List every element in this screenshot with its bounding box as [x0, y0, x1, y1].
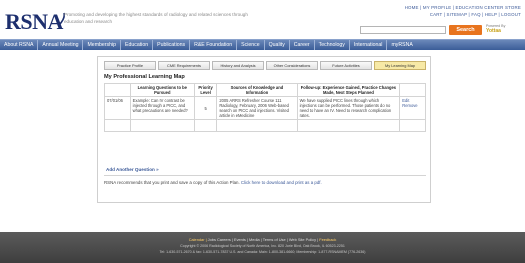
footer-links-middle[interactable]: Jobs Careers | Events | Media | Terms of…: [208, 237, 320, 242]
nav-item-education[interactable]: Education: [121, 40, 154, 50]
nav-item-myrsna[interactable]: myRSNA: [387, 40, 416, 50]
search-input[interactable]: [360, 26, 446, 34]
empty-cell: [216, 119, 298, 132]
powered-by: Powered By Yottaa: [486, 24, 522, 33]
site-tagline: Promoting and developing the highest sta…: [64, 12, 248, 24]
row-date: 07/01/06: [104, 96, 131, 120]
nav-item-annual-meeting[interactable]: Annual Meeting: [38, 40, 84, 50]
empty-cell: [129, 119, 195, 132]
contact-line: Tel: 1-630-571-2670 & fax: 1-630-571-783…: [159, 250, 366, 254]
footer-link-calendar[interactable]: Calendar |: [189, 237, 208, 242]
nav-item-technology[interactable]: Technology: [315, 40, 350, 50]
table-row-empty: [104, 119, 426, 132]
main-nav: About RSNA Annual Meeting Membership Edu…: [0, 39, 525, 50]
tab-practice-profile[interactable]: Practice Profile: [104, 61, 156, 70]
row-priority: 5: [193, 96, 218, 120]
rsna-logo[interactable]: RSNA: [5, 9, 63, 35]
empty-cell: [399, 119, 426, 132]
row-actions: Edit Remove: [399, 96, 426, 120]
tab-my-learning-map[interactable]: My Learning Map: [374, 61, 426, 70]
footer-link-feedback[interactable]: Feedback: [319, 237, 336, 242]
empty-cell: [296, 119, 401, 132]
nav-item-about[interactable]: About RSNA: [0, 40, 39, 50]
footer-links[interactable]: Calendar | Jobs Careers | Events | Media…: [0, 237, 525, 242]
empty-cell: [193, 119, 218, 132]
tab-cme-requirements[interactable]: CME Requirements: [158, 61, 210, 70]
row-sources: 2005 ARRS Refresher Course 111 Radiology…: [216, 96, 298, 120]
print-note: RSNA recommends that you print and save …: [104, 180, 426, 185]
tab-other-considerations[interactable]: Other Considerations: [266, 61, 318, 70]
site-header: RSNA Promoting and developing the highes…: [0, 0, 525, 38]
divider: [104, 175, 426, 176]
site-footer: Calendar | Jobs Careers | Events | Media…: [0, 232, 525, 263]
column-header-questions: Learning Questions to be Pursued: [129, 83, 195, 97]
copyright-line: Copyright © 2006 Radiological Society of…: [180, 244, 345, 248]
tab-history-analysis[interactable]: History and Analysis: [212, 61, 264, 70]
column-header-actions: [399, 83, 426, 97]
nav-item-publications[interactable]: Publications: [153, 40, 191, 50]
download-pdf-link[interactable]: Click here to download and print as a pd…: [241, 180, 322, 185]
column-header-priority: Priority Level: [193, 83, 218, 97]
row-followup: We have supplied PICC lines through whic…: [296, 96, 401, 120]
search-button[interactable]: Search: [449, 25, 482, 35]
nav-item-science[interactable]: Science: [237, 40, 265, 50]
nav-item-foundation[interactable]: R&E Foundation: [190, 40, 238, 50]
add-question-link[interactable]: Add Another Question »: [106, 167, 159, 172]
yottaa-logo: Yottaa: [486, 27, 501, 34]
top-links-line-2[interactable]: CART | SITEMAP | FAQ | HELP | LOGOUT: [405, 12, 521, 19]
page: RSNA Promoting and developing the highes…: [0, 0, 525, 263]
nav-item-quality[interactable]: Quality: [265, 40, 290, 50]
nav-item-career[interactable]: Career: [290, 40, 315, 50]
column-header-sources: Sources of Knowledge and Information: [216, 83, 298, 97]
column-header-date: [104, 83, 131, 97]
table-row: 07/01/06 Example: Can IV contrast be inj…: [104, 96, 426, 120]
row-question: Example: Can IV contrast be injected thr…: [129, 96, 195, 120]
top-links-line-1[interactable]: HOME | MY PROFILE | EDUCATION CENTER STO…: [405, 5, 521, 12]
print-note-text: RSNA recommends that you print and save …: [104, 180, 241, 185]
column-header-followup: Follow-up: Experience Gained, Practice C…: [296, 83, 401, 97]
section-title: My Professional Learning Map: [104, 74, 185, 80]
top-utility-links[interactable]: HOME | MY PROFILE | EDUCATION CENTER STO…: [405, 5, 521, 18]
plan-tabs: Practice Profile CME Requirements Histor…: [104, 61, 426, 70]
learning-map-table: Learning Questions to be Pursued Priorit…: [104, 83, 426, 132]
nav-item-international[interactable]: International: [350, 40, 388, 50]
empty-cell: [104, 119, 131, 132]
learning-map-panel: Practice Profile CME Requirements Histor…: [97, 56, 431, 203]
remove-link[interactable]: Remove: [402, 103, 423, 108]
table-header-row: Learning Questions to be Pursued Priorit…: [104, 83, 426, 97]
tab-future-activities[interactable]: Future Activities: [320, 61, 372, 70]
nav-item-membership[interactable]: Membership: [83, 40, 122, 50]
